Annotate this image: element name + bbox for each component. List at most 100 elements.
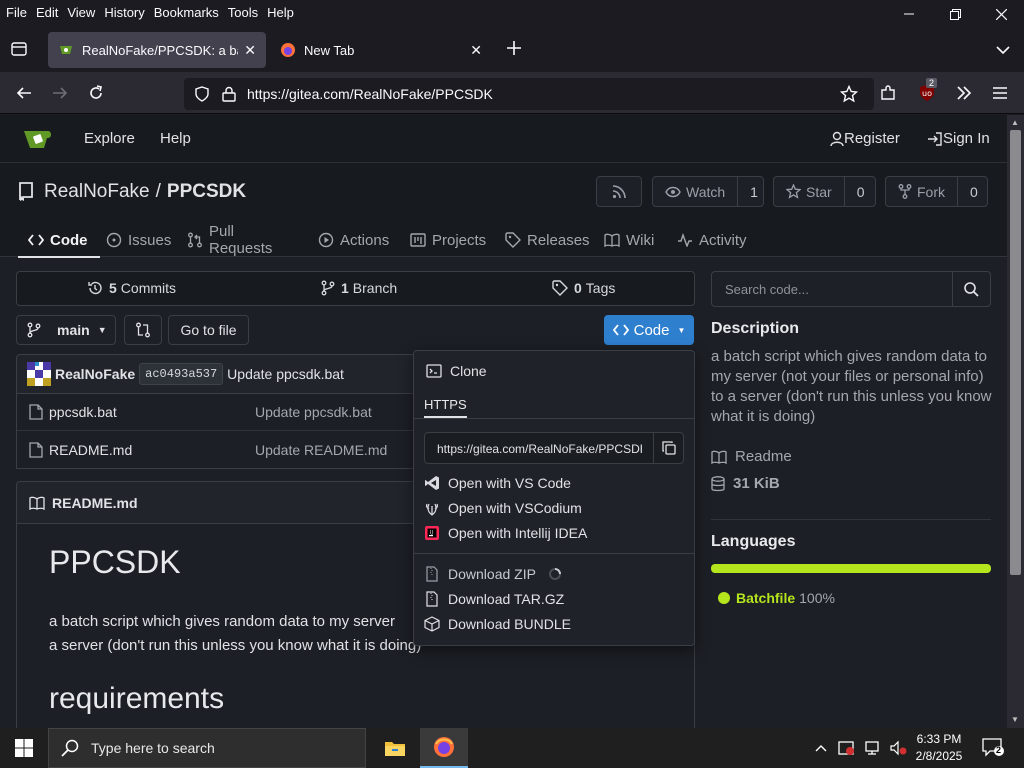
code-clone-button[interactable]: Code ▼ <box>604 315 694 345</box>
gitea-logo-icon[interactable] <box>22 126 54 150</box>
menu-bookmarks[interactable]: Bookmarks <box>154 5 219 20</box>
browser-tab-newtab[interactable]: New Tab ✕ <box>270 32 492 68</box>
ublock-extension-button[interactable]: uo 2 <box>912 78 942 108</box>
extensions-button[interactable] <box>873 78 903 108</box>
new-tab-button[interactable] <box>506 40 522 59</box>
go-to-file-button[interactable]: Go to file <box>168 315 249 345</box>
taskbar-clock[interactable]: 6:33 PM 2/8/2025 <box>906 731 972 765</box>
branch-count: 1 <box>341 280 349 296</box>
url-bar[interactable]: https://gitea.com/RealNoFake/PPCSDK <box>184 78 874 110</box>
network-icon[interactable] <box>863 740 881 756</box>
menu-file[interactable]: File <box>6 5 27 20</box>
minimize-button[interactable] <box>886 0 932 28</box>
menu-tools[interactable]: Tools <box>228 5 258 20</box>
file-commit-message[interactable]: Update README.md <box>255 442 387 458</box>
browser-tab-gitea[interactable]: RealNoFake/PPCSDK: a batch sc ✕ <box>48 32 266 68</box>
menu-edit[interactable]: Edit <box>36 5 58 20</box>
commit-message[interactable]: Update ppcsdk.bat <box>227 366 344 382</box>
file-commit-message[interactable]: Update ppcsdk.bat <box>255 404 372 420</box>
tab-actions[interactable]: Actions <box>318 225 389 255</box>
fork-button[interactable]: Fork 0 <box>885 176 988 207</box>
list-all-tabs-button[interactable] <box>996 42 1010 58</box>
branch-selector[interactable]: main ▼ <box>16 315 116 345</box>
menu-help[interactable]: Help <box>267 5 294 20</box>
clone-url-field[interactable]: https://gitea.com/RealNoFake/PPCSDK.git <box>424 432 684 464</box>
tab-wiki[interactable]: Wiki <box>604 225 654 255</box>
download-targz-item[interactable]: Download TAR.GZ <box>424 591 564 607</box>
copy-url-button[interactable] <box>653 433 683 463</box>
more-tools-button[interactable] <box>949 78 979 108</box>
compare-button[interactable] <box>124 315 162 345</box>
download-zip-item[interactable]: Download ZIP <box>424 566 562 582</box>
start-button[interactable] <box>0 728 48 768</box>
notifications-button[interactable]: 2 <box>982 737 1004 760</box>
author-avatar[interactable] <box>27 362 51 386</box>
menu-history[interactable]: History <box>104 5 144 20</box>
nav-explore[interactable]: Explore <box>84 130 135 147</box>
repo-stats-bar: 5 Commits 1 Branch 0 Tags <box>16 271 695 306</box>
search-input[interactable]: Search code... <box>725 282 809 297</box>
shield-icon[interactable] <box>194 86 210 102</box>
file-explorer-app[interactable] <box>371 728 419 768</box>
star-count[interactable]: 0 <box>843 177 877 206</box>
language-entry: Batchfile 100% <box>718 590 835 606</box>
watch-button[interactable]: Watch 1 <box>652 176 764 207</box>
scroll-up-icon[interactable]: ▲ <box>1011 118 1019 127</box>
open-vscodium-item[interactable]: Open with VSCodium <box>424 500 582 516</box>
open-vscode-item[interactable]: Open with VS Code <box>424 475 571 491</box>
reload-button[interactable] <box>81 78 111 108</box>
bookmark-star-icon[interactable] <box>840 85 858 103</box>
star-button[interactable]: Star 0 <box>773 176 876 207</box>
register-link[interactable]: Register <box>830 130 900 147</box>
tab-pull-requests[interactable]: Pull Requests <box>187 223 272 257</box>
repo-owner-link[interactable]: RealNoFake <box>44 181 150 203</box>
firefox-view-button[interactable] <box>10 40 28 61</box>
open-intellij-item[interactable]: IJ Open with Intellij IDEA <box>424 525 587 541</box>
readme-filename[interactable]: README.md <box>52 495 138 511</box>
url-text[interactable]: https://gitea.com/RealNoFake/PPCSDK <box>247 86 493 102</box>
branches-link[interactable]: 1 Branch <box>321 280 397 296</box>
close-tab-icon[interactable]: ✕ <box>244 42 256 59</box>
tab-activity[interactable]: Activity <box>677 225 747 255</box>
tags-link[interactable]: 0 Tags <box>552 280 615 296</box>
app-menu-button[interactable] <box>985 78 1015 108</box>
readme-link[interactable]: Readme <box>711 448 792 465</box>
signin-link[interactable]: Sign In <box>927 130 990 147</box>
forward-button[interactable] <box>45 78 75 108</box>
search-button[interactable] <box>952 272 990 306</box>
restore-button[interactable] <box>932 0 978 28</box>
clone-url-text[interactable]: https://gitea.com/RealNoFake/PPCSDK.git <box>437 442 642 456</box>
nav-help[interactable]: Help <box>160 130 191 147</box>
security-icon[interactable] <box>837 740 855 756</box>
file-name[interactable]: ppcsdk.bat <box>49 404 117 420</box>
watch-count[interactable]: 1 <box>737 177 770 206</box>
firefox-app[interactable] <box>420 728 468 768</box>
file-name[interactable]: README.md <box>49 442 132 458</box>
close-tab-icon[interactable]: ✕ <box>470 42 482 59</box>
repo-name-link[interactable]: PPCSDK <box>167 181 246 203</box>
commit-sha[interactable]: ac0493a537 <box>139 363 224 385</box>
download-bundle-item[interactable]: Download BUNDLE <box>424 616 571 632</box>
tab-issues[interactable]: Issues <box>106 225 171 255</box>
https-tab[interactable]: HTTPS <box>424 397 467 418</box>
back-button[interactable] <box>9 78 39 108</box>
chevron-up-icon[interactable] <box>815 741 827 755</box>
commits-link[interactable]: 5 Commits <box>87 280 176 296</box>
rss-button[interactable] <box>596 176 642 207</box>
volume-muted-icon[interactable] <box>889 740 907 756</box>
tab-code[interactable]: Code <box>18 225 99 258</box>
page-scrollbar[interactable]: ▲ ▼ <box>1007 115 1024 728</box>
menu-view[interactable]: View <box>67 5 95 20</box>
taskbar-search-input[interactable]: Type here to search <box>91 740 215 756</box>
commit-author[interactable]: RealNoFake <box>55 366 135 382</box>
taskbar-search[interactable]: Type here to search <box>48 728 366 768</box>
scroll-down-icon[interactable]: ▼ <box>1011 715 1019 724</box>
scrollbar-thumb[interactable] <box>1010 130 1021 575</box>
fork-count[interactable]: 0 <box>957 177 990 206</box>
tab-projects[interactable]: Projects <box>410 225 486 255</box>
copy-icon <box>661 441 676 455</box>
code-search[interactable]: Search code... <box>711 271 991 307</box>
close-window-button[interactable] <box>978 0 1024 28</box>
tab-releases[interactable]: Releases <box>505 225 590 255</box>
lock-icon[interactable] <box>222 86 236 102</box>
